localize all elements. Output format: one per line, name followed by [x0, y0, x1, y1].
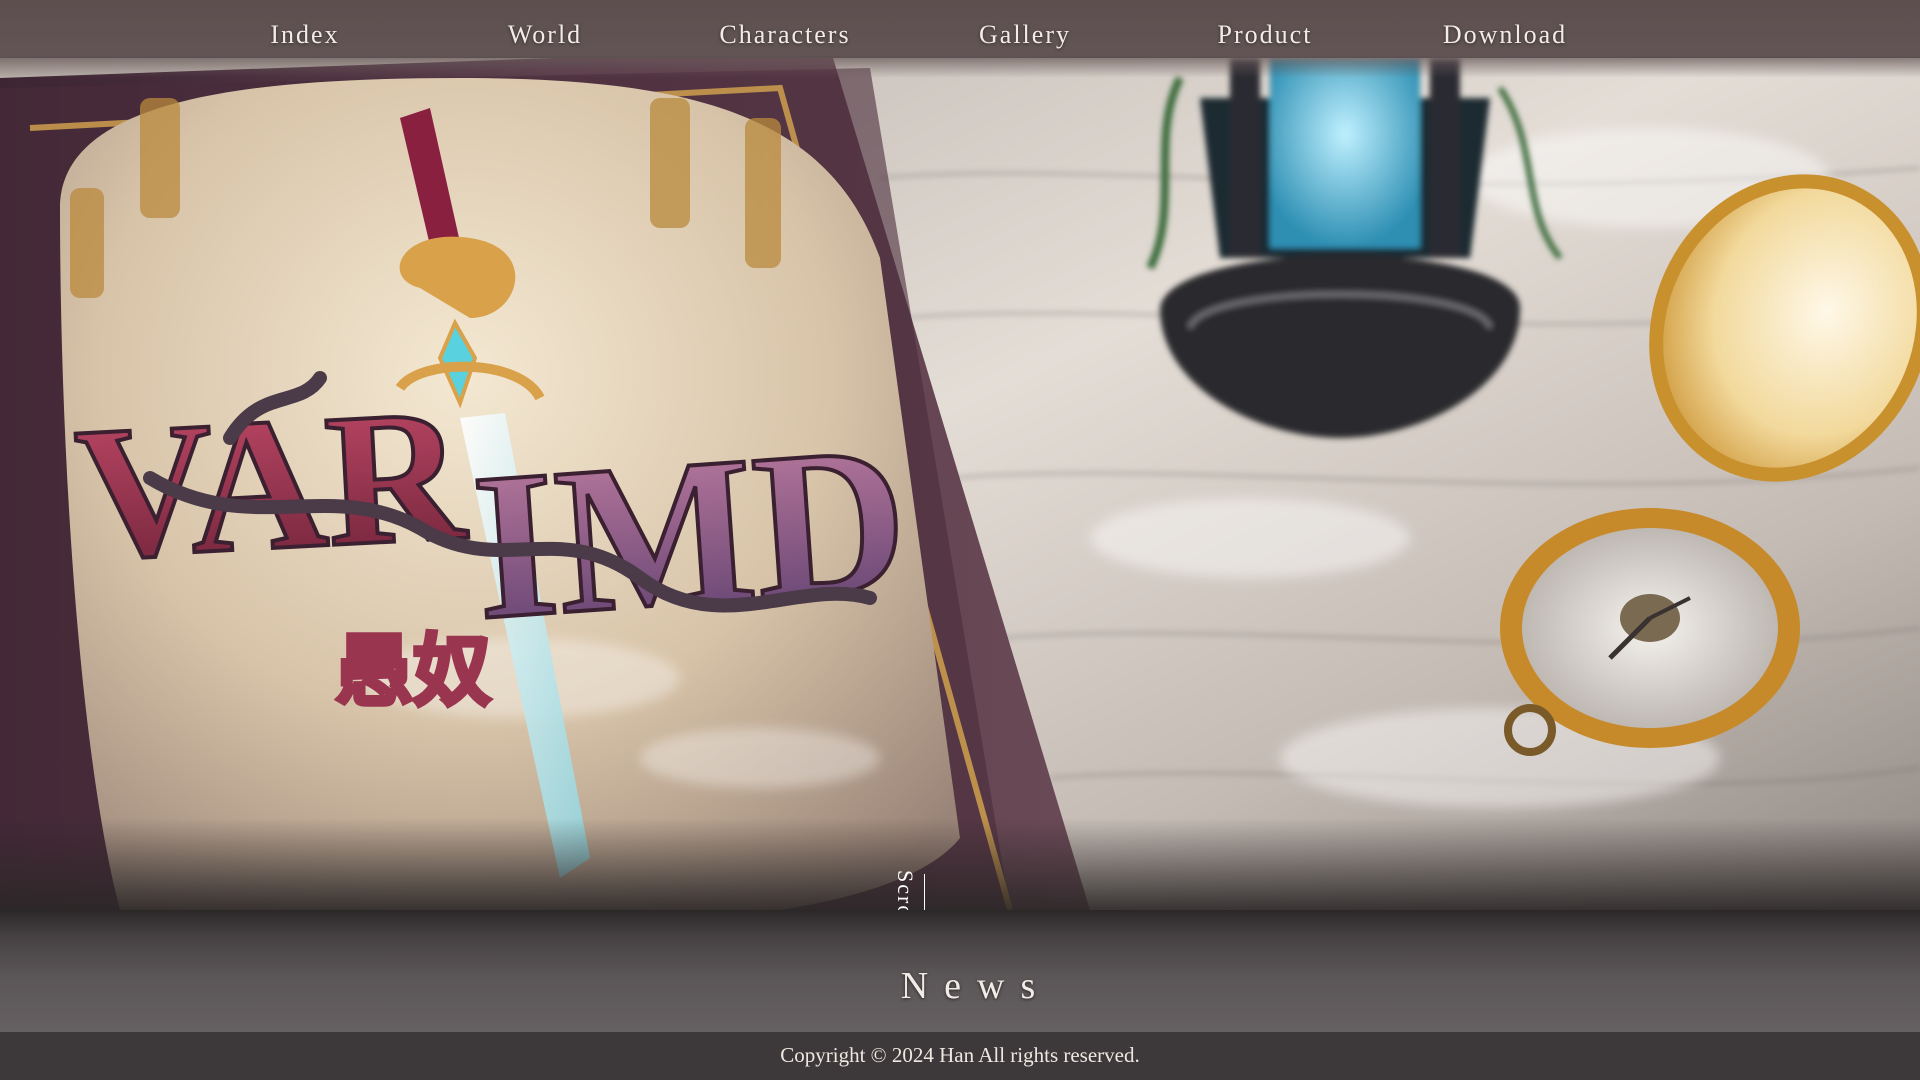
hero-illustration: VAR IMD 愚奴 — [0, 58, 1920, 910]
nav-item-characters[interactable]: Characters — [719, 20, 850, 50]
logo-letters-right: IMD — [467, 402, 914, 664]
news-section: News — [0, 910, 1920, 1032]
nav-item-gallery[interactable]: Gallery — [979, 20, 1071, 50]
nav-item-index[interactable]: Index — [270, 20, 339, 50]
scroll-line-icon — [924, 874, 925, 910]
nav-list: Index World Characters Gallery Product D… — [0, 0, 1920, 78]
nav-item-world[interactable]: World — [508, 20, 582, 50]
page: Index World Characters Gallery Product D… — [0, 0, 1920, 1080]
scroll-label: Scroll — [893, 870, 918, 910]
footer: Copyright © 2024 Han All rights reserved… — [0, 1032, 1920, 1080]
hero-key-visual: VAR IMD 愚奴 Scroll — [0, 58, 1920, 910]
nav-item-download[interactable]: Download — [1443, 20, 1567, 50]
scroll-indicator[interactable]: Scroll — [890, 870, 940, 910]
logo-subtitle-kanji: 愚奴 — [335, 628, 491, 715]
copyright-text: Copyright © 2024 Han All rights reserved… — [780, 1043, 1140, 1067]
nav-item-product[interactable]: Product — [1218, 20, 1313, 50]
top-navigation: Index World Characters Gallery Product D… — [0, 0, 1920, 78]
news-heading: News — [900, 965, 1052, 1007]
